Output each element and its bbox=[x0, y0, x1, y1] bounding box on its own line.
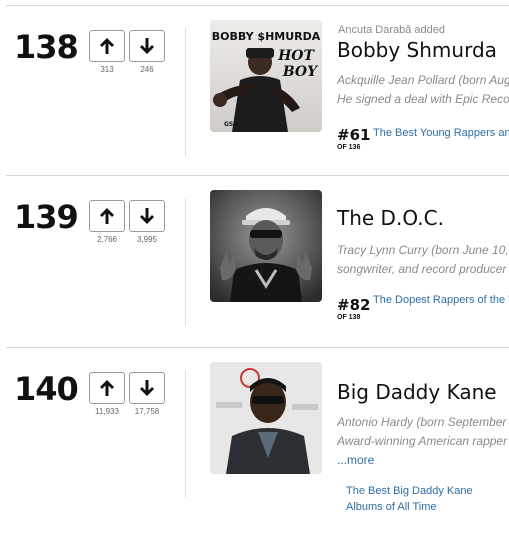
rank-number: 138 bbox=[14, 28, 79, 66]
rank-number: 139 bbox=[14, 198, 79, 236]
item-thumbnail[interactable]: BOBBY $HMURDA HOT BOY GS9 bbox=[210, 20, 322, 132]
upvote-count: 2,766 bbox=[96, 235, 118, 244]
upvote-button[interactable] bbox=[89, 372, 125, 404]
arrow-down-icon bbox=[140, 38, 154, 54]
ranked-list: 138 313 246 BOBBY $HMURDA HOT BOY GS9 An… bbox=[0, 0, 509, 536]
item-name-link[interactable]: The D.O.C. bbox=[337, 206, 444, 230]
arrow-down-icon bbox=[140, 208, 154, 224]
downvote-button[interactable] bbox=[129, 372, 165, 404]
arrow-up-icon bbox=[100, 380, 114, 396]
downvote-count: 17,758 bbox=[134, 407, 160, 416]
upvote-count: 313 bbox=[100, 65, 114, 74]
rank-number: 140 bbox=[14, 370, 79, 408]
list-title-link[interactable]: The Best Young Rappers an bbox=[373, 127, 509, 139]
item-description: Ackquille Jean Pollard (born Aug He sign… bbox=[337, 73, 509, 106]
item-name-link[interactable]: Bobby Shmurda bbox=[337, 38, 497, 62]
item-description: Antonio Hardy (born September Award-winn… bbox=[337, 415, 508, 467]
downvote-count: 3,995 bbox=[136, 235, 158, 244]
arrow-down-icon bbox=[140, 380, 154, 396]
list-title-link[interactable]: The Dopest Rappers of the ' bbox=[373, 294, 509, 306]
list-item: 138 313 246 BOBBY $HMURDA HOT BOY GS9 An… bbox=[0, 6, 509, 174]
item-name-link[interactable]: Big Daddy Kane bbox=[337, 380, 497, 404]
arrow-up-icon bbox=[100, 38, 114, 54]
vertical-separator bbox=[185, 198, 186, 326]
upvote-count: 11,933 bbox=[95, 407, 119, 416]
item-thumbnail[interactable] bbox=[210, 362, 322, 474]
item-thumbnail[interactable] bbox=[210, 190, 322, 302]
list-title-link[interactable]: The Best Big Daddy Kane Albums of All Ti… bbox=[346, 483, 496, 515]
list-rank-badge: #82 OF 138 bbox=[337, 296, 371, 322]
vertical-separator bbox=[185, 370, 186, 498]
arrow-up-icon bbox=[100, 208, 114, 224]
list-item: 139 2,766 3,995 The D.O.C. Tracy Lynn Cu… bbox=[0, 176, 509, 344]
added-by-label: Ancuta Darabă added bbox=[338, 24, 446, 36]
svg-text:HOT: HOT bbox=[277, 48, 315, 64]
svg-text:GS9: GS9 bbox=[224, 121, 237, 128]
vertical-separator bbox=[185, 28, 186, 156]
more-link[interactable]: ...more bbox=[337, 453, 374, 467]
list-rank-badge: #61 OF 136 bbox=[337, 126, 371, 152]
upvote-button[interactable] bbox=[89, 30, 125, 62]
downvote-count: 246 bbox=[140, 65, 154, 74]
downvote-button[interactable] bbox=[129, 200, 165, 232]
upvote-button[interactable] bbox=[89, 200, 125, 232]
svg-text:BOBBY $HMURDA: BOBBY $HMURDA bbox=[212, 30, 321, 43]
item-description: Tracy Lynn Curry (born June 10, songwrit… bbox=[337, 243, 509, 276]
svg-text:BOY: BOY bbox=[282, 64, 319, 80]
downvote-button[interactable] bbox=[129, 30, 165, 62]
